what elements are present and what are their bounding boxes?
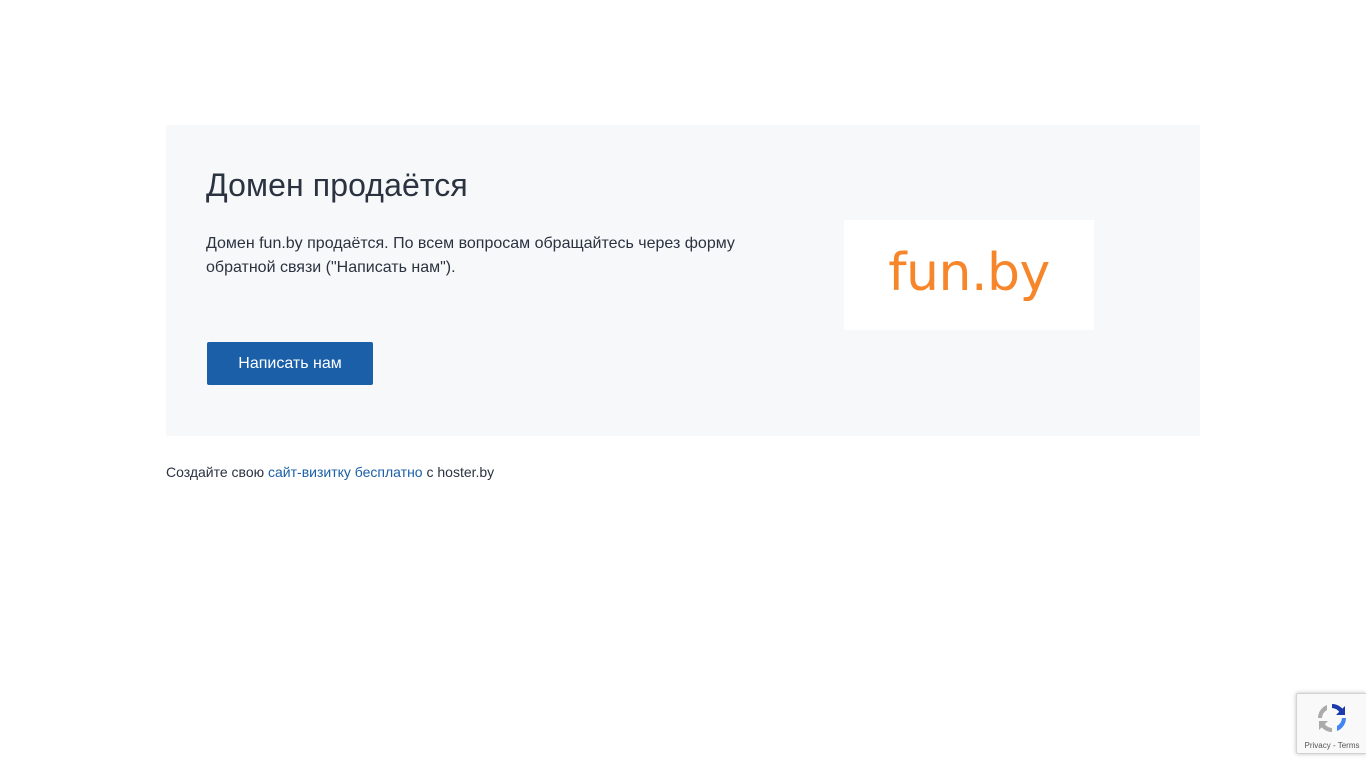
recaptcha-terms-link[interactable]: Terms xyxy=(1338,741,1360,750)
recaptcha-icon xyxy=(1318,704,1346,732)
domain-sale-card: Домен продаётся Домен fun.by продаётся. … xyxy=(166,125,1200,436)
recaptcha-badge[interactable]: Privacy - Terms xyxy=(1296,693,1366,754)
contact-us-button[interactable]: Написать нам xyxy=(207,342,373,385)
domain-logo: fun.by xyxy=(844,220,1094,330)
footer-prefix: Создайте свою xyxy=(166,464,269,480)
footer-promo: Создайте свою сайт-визитку бесплатно с h… xyxy=(166,463,494,481)
sale-description: Домен fun.by продаётся. По всем вопросам… xyxy=(206,235,735,276)
recaptcha-links: Privacy - Terms xyxy=(1297,741,1366,751)
domain-logo-text: fun.by xyxy=(888,243,1050,303)
recaptcha-privacy-link[interactable]: Privacy xyxy=(1305,741,1331,750)
recaptcha-separator: - xyxy=(1330,741,1338,750)
page: Домен продаётся Домен fun.by продаётся. … xyxy=(0,0,1366,768)
free-site-link[interactable]: сайт-визитку бесплатно xyxy=(268,464,423,480)
footer-suffix: с hoster.by xyxy=(422,464,495,480)
page-title: Домен продаётся xyxy=(206,167,468,203)
